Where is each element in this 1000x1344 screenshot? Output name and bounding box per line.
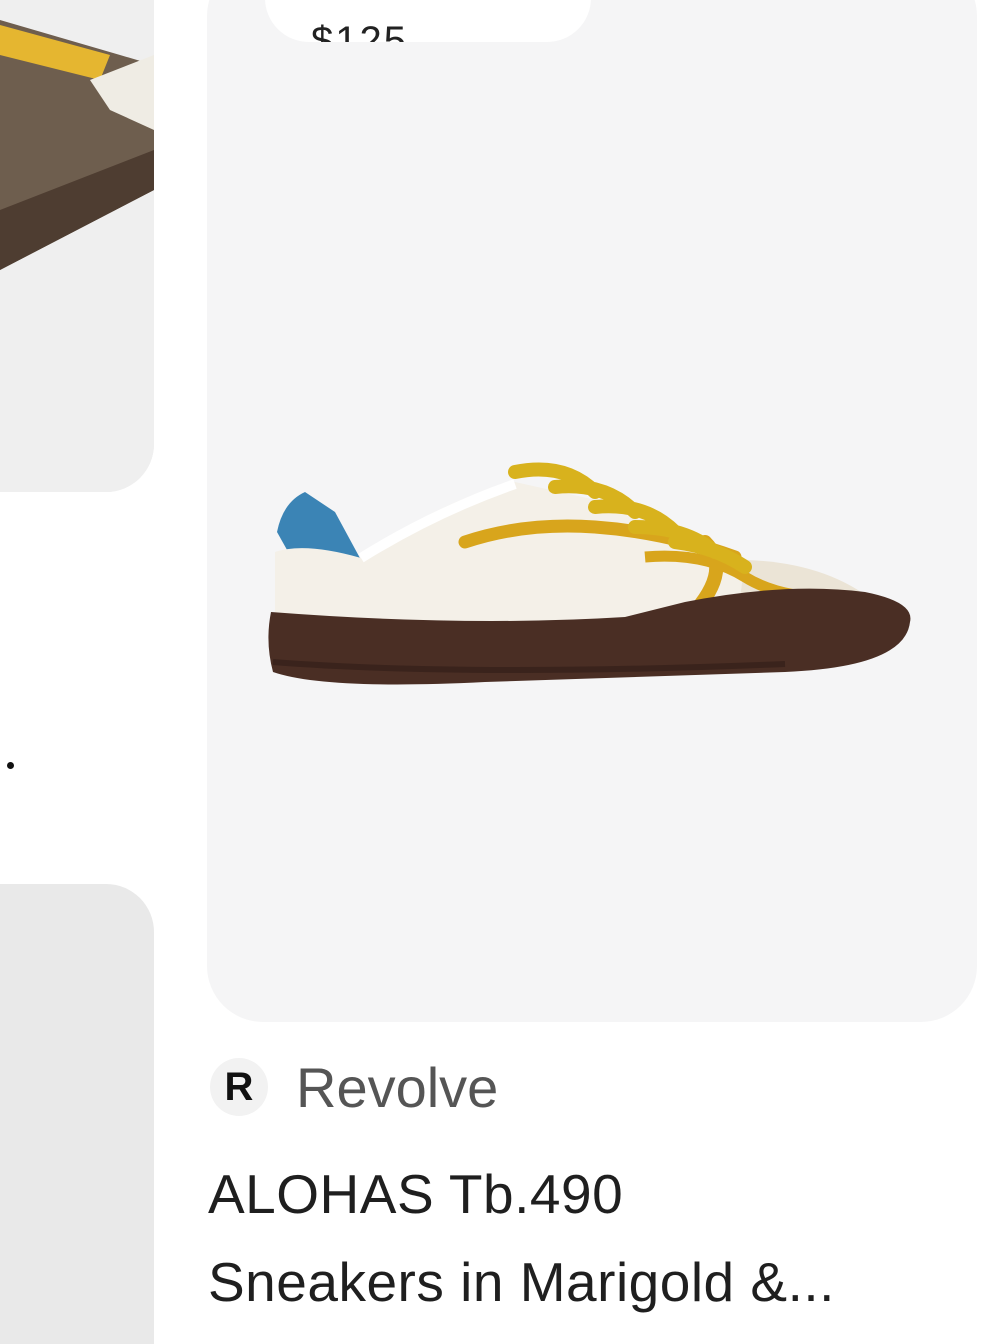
product-title-line-2: Sneakers in Marigold &... xyxy=(208,1251,835,1313)
merchant-name: Revolve xyxy=(296,1055,499,1119)
price-badge: $125 xyxy=(265,0,591,42)
sneaker-product-image xyxy=(268,462,911,685)
merchant-logo-icon: R xyxy=(210,1058,268,1116)
product-card[interactable]: $125 xyxy=(207,0,977,1022)
page-indicator-dot xyxy=(7,762,14,769)
left-product-card-bottom[interactable] xyxy=(0,884,154,1344)
price-text: $125 xyxy=(311,19,408,42)
left-product-image xyxy=(0,0,154,492)
product-title-line-1: ALOHAS Tb.490 xyxy=(208,1163,624,1225)
left-product-card-top[interactable] xyxy=(0,0,154,492)
product-title[interactable]: ALOHAS Tb.490 Sneakers in Marigold &... xyxy=(208,1150,968,1326)
merchant-row[interactable]: R Revolve xyxy=(210,1052,498,1122)
